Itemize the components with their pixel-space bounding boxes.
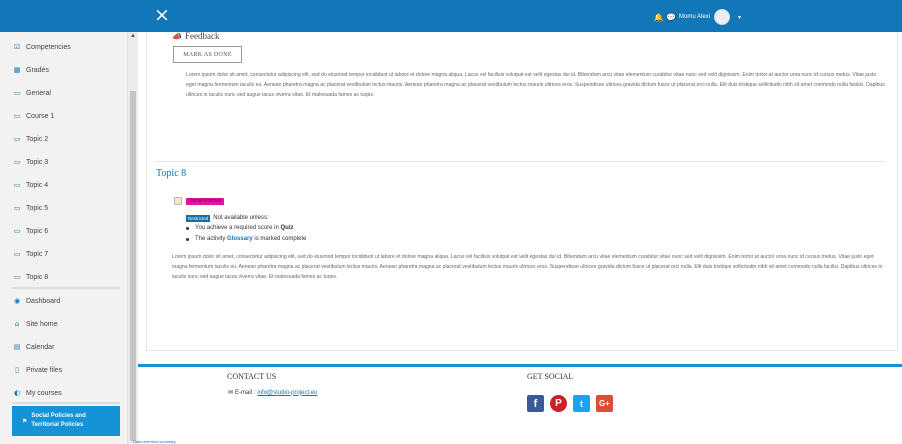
graduation-cap-icon: ⚑	[22, 417, 28, 425]
sidebar-item-label: Topic 3	[26, 158, 49, 166]
sidebar-item-course-1[interactable]: ▭ Course 1	[12, 105, 120, 127]
folder-icon: ▭	[13, 135, 21, 143]
scroll-up-arrow-icon[interactable]: ▲	[130, 33, 136, 39]
folder-icon: ▭	[13, 112, 21, 120]
sidebar-item-label: My courses	[26, 389, 62, 397]
email-link[interactable]: info@studio-project.eu	[257, 390, 317, 396]
nav-icon: ▦	[13, 66, 21, 74]
mark-as-done-button[interactable]: MARK AS DONE	[173, 46, 242, 63]
not-available-text: Not available unless:	[213, 215, 269, 221]
sidebar-item-label: Course 1	[26, 112, 55, 120]
sidebar-item-calendar[interactable]: ▤ Calendar	[12, 336, 120, 358]
feedback-description: Lorem ipsum dolor sit amet, consectetur …	[186, 72, 885, 98]
contact-heading: CONTACT US	[227, 372, 277, 381]
twitter-icon[interactable]: t	[573, 395, 590, 412]
sidebar-item-label: Topic 6	[26, 227, 49, 235]
folder-icon: ▭	[13, 273, 21, 281]
sidebar-item-label: Topic 7	[26, 250, 49, 258]
restriction-condition: You achieve a required score in Quiz	[186, 223, 294, 233]
nav-icon: ☑	[13, 43, 21, 51]
restricted-badge: Restricted	[186, 214, 211, 222]
nav-icon: ◐	[13, 389, 21, 397]
sidebar-scrollbar[interactable]: ▲	[128, 32, 138, 444]
nav-icon: ⌂	[14, 320, 20, 328]
feedback-title[interactable]: Feedback	[185, 31, 219, 41]
sidebar-item-competencies[interactable]: ☑ Competencies	[12, 36, 120, 58]
feedback-activity[interactable]: 📣 Feedback	[172, 31, 219, 41]
section-title: Topic 8	[156, 168, 187, 179]
sidebar-item-label: Topic 4	[26, 181, 49, 189]
sidebar-item-general[interactable]: ▭ General	[12, 82, 120, 104]
activity-file-icon	[174, 197, 182, 205]
sidebar-item-my-courses[interactable]: ◐ My courses	[12, 382, 120, 404]
sidebar-item-label: Topic 5	[26, 204, 49, 212]
sidebar-item-topic-5[interactable]: ▭ Topic 5	[12, 197, 120, 219]
contact-email: ✉ E-mail : info@studio-project.eu	[228, 389, 318, 396]
sidebar-item-label: General	[26, 89, 51, 97]
condition-text: You achieve a required score in	[195, 225, 279, 231]
user-menu: 🔔 💬 Momu Alexi ▾	[654, 8, 741, 26]
sidebar-item-label: Social Policies and Territorial Policies	[31, 413, 86, 428]
sidebar-item-active-course[interactable]: ⚑ Social Policies and Territorial Polici…	[12, 406, 120, 436]
condition-text: The activity	[195, 236, 226, 242]
bullet	[186, 226, 189, 230]
chevron-down-icon[interactable]: ▾	[738, 14, 741, 21]
envelope-icon: ✉	[228, 389, 234, 396]
notification-bell-icon[interactable]: 🔔	[654, 13, 664, 22]
sidebar-item-topic-7[interactable]: ▭ Topic 7	[12, 243, 120, 265]
bullet	[186, 237, 189, 241]
social-heading: GET SOCIAL	[527, 372, 574, 381]
restricted-activity[interactable]: Social Policies	[174, 194, 225, 208]
top-navbar: × 🔔 💬 Momu Alexi ▾	[0, 0, 902, 32]
sidebar-item-private-files[interactable]: ▯ Private files	[12, 359, 120, 381]
restriction-condition: The activity Glossary is marked complete	[186, 234, 306, 244]
sidebar-item-topic-6[interactable]: ▭ Topic 6	[12, 220, 120, 242]
sidebar-item-grades[interactable]: ▦ Grades	[12, 59, 120, 81]
sidebar-item-label: Calendar	[26, 343, 55, 351]
sidebar-item-label: Competencies	[26, 43, 71, 51]
messages-icon[interactable]: 💬	[666, 13, 676, 22]
nav-icon: ◉	[13, 297, 21, 305]
folder-icon: ▭	[13, 250, 21, 258]
sidebar-item-label: Dashboard	[26, 297, 61, 305]
user-name[interactable]: Momu Alexi	[679, 14, 710, 20]
data-retention-link[interactable]: Data retention summary	[133, 439, 176, 444]
sidebar-item-topic-4[interactable]: ▭ Topic 4	[12, 174, 120, 196]
nav-icon: ▯	[15, 366, 19, 374]
sidebar-divider	[12, 287, 120, 289]
quiz-link[interactable]: Quiz	[281, 225, 294, 231]
topic-description: Lorem ipsum dolor sit amet, consectetur …	[172, 254, 883, 280]
nav-icon: ▤	[13, 343, 21, 351]
activity-link[interactable]: Social Policies	[186, 197, 225, 205]
folder-icon: ▭	[13, 89, 21, 97]
restriction-info: Restricted Not available unless:	[186, 213, 269, 223]
facebook-icon[interactable]: f	[527, 395, 544, 412]
sidebar-item-label: Topic 8	[26, 273, 49, 281]
sidebar-divider	[12, 402, 120, 404]
sidebar-item-label: Grades	[26, 66, 49, 74]
avatar[interactable]	[714, 9, 731, 25]
pinterest-icon[interactable]: P	[550, 395, 567, 412]
google-plus-icon[interactable]: G+	[596, 395, 613, 412]
section-divider	[155, 161, 886, 162]
sidebar-item-topic-3[interactable]: ▭ Topic 3	[12, 151, 120, 173]
email-label: E-mail :	[235, 389, 256, 396]
folder-icon: ▭	[13, 227, 21, 235]
sidebar-item-label: Topic 2	[26, 135, 49, 143]
folder-icon: ▭	[13, 204, 21, 212]
sidebar-item-label: Site home	[26, 320, 58, 328]
glossary-link[interactable]: Glossary	[227, 236, 253, 242]
condition-text: is marked complete	[254, 236, 307, 242]
folder-icon: ▭	[13, 181, 21, 189]
sidebar-item-label: Private files	[26, 366, 63, 374]
sidebar-item-dashboard[interactable]: ◉ Dashboard	[12, 290, 120, 312]
sidebar-item-topic-2[interactable]: ▭ Topic 2	[12, 128, 120, 150]
close-drawer-icon[interactable]: ×	[154, 5, 170, 25]
megaphone-icon: 📣	[172, 31, 182, 41]
sidebar-item-site-home[interactable]: ⌂ Site home	[12, 313, 120, 335]
folder-icon: ▭	[13, 158, 21, 166]
sidebar-item-topic-8[interactable]: ▭ Topic 8	[12, 266, 120, 288]
scrollbar-thumb[interactable]	[130, 91, 136, 441]
